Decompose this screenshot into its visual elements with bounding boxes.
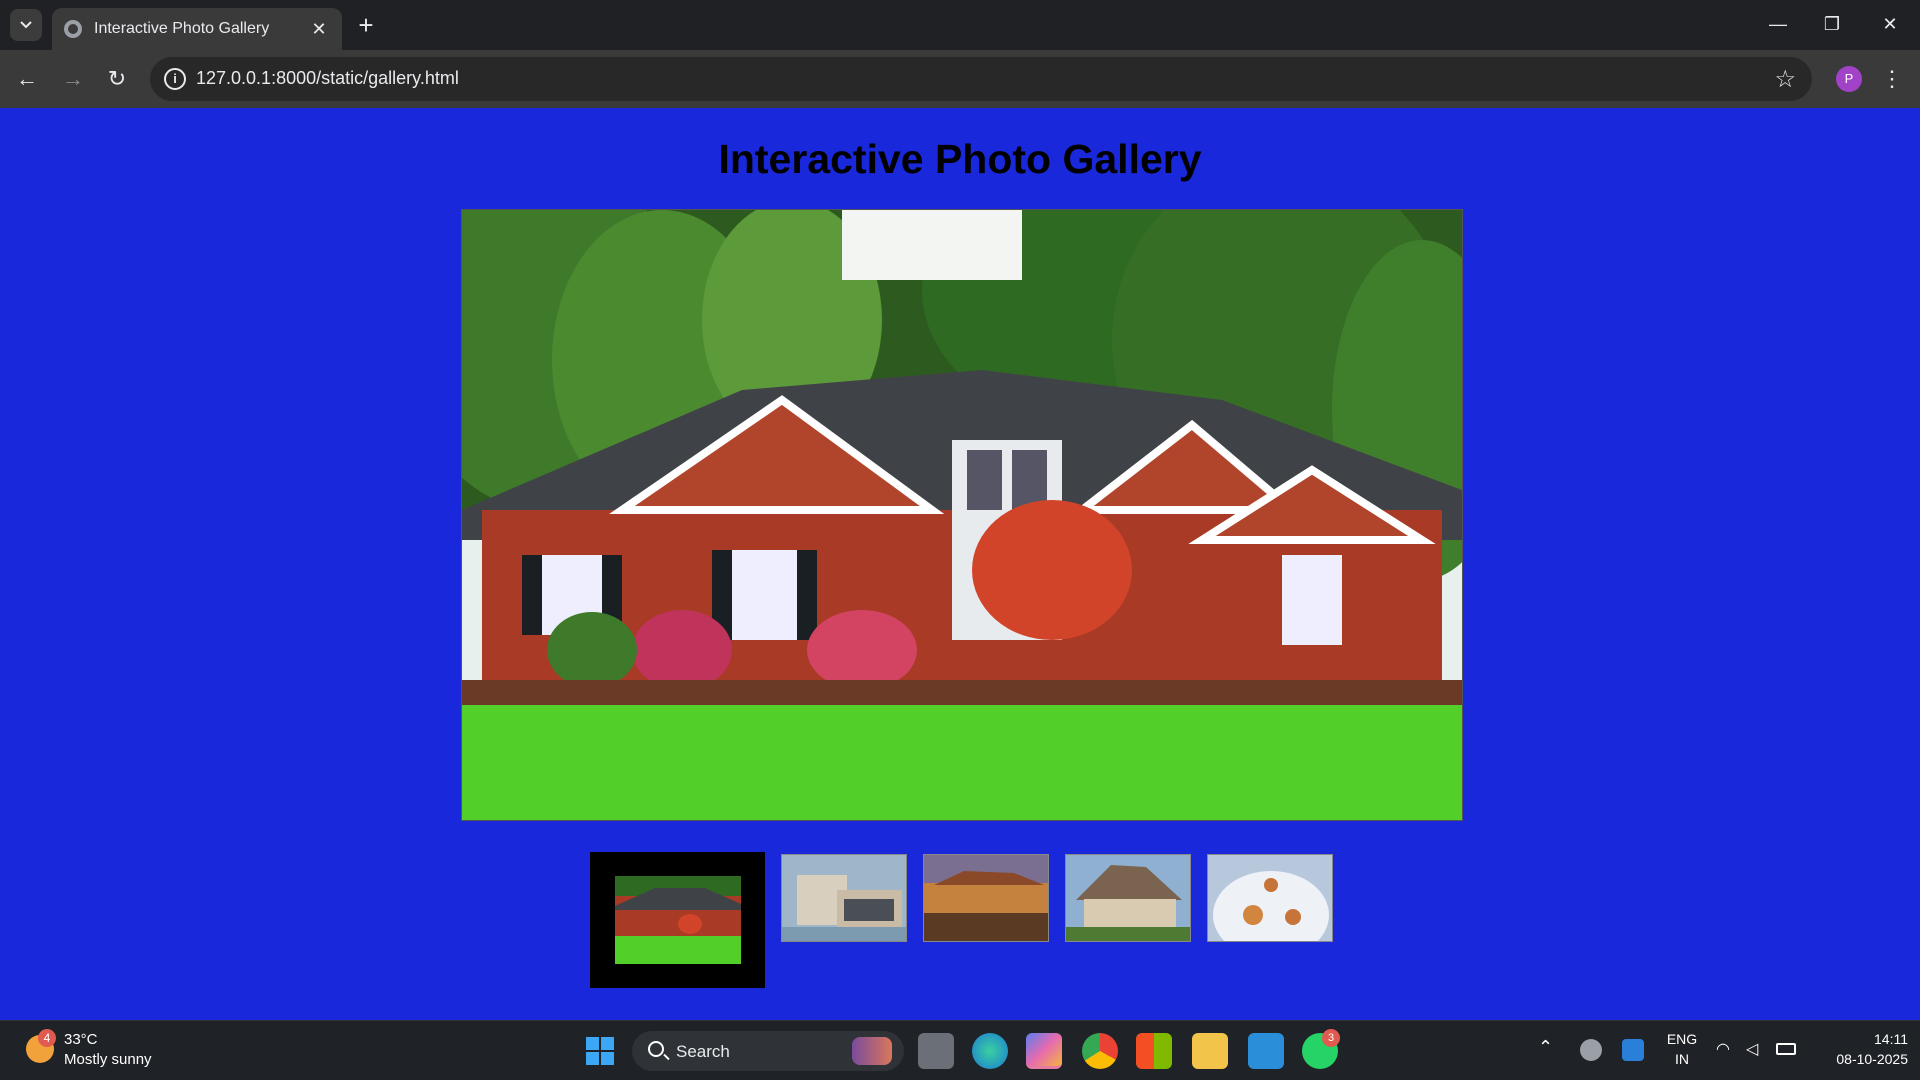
tray-overflow-chevron-icon[interactable]: ⌃ xyxy=(1538,1037,1553,1058)
weather-temperature[interactable]: 33°C xyxy=(64,1031,98,1048)
browser-toolbar: ← → ↻ i 127.0.0.1:8000/static/gallery.ht… xyxy=(0,50,1920,108)
chevron-down-icon xyxy=(20,21,32,29)
search-icon xyxy=(648,1041,664,1057)
windows-taskbar: 4 33°C Mostly sunny Search 3 ⌃ ENG IN ◠ … xyxy=(0,1020,1920,1080)
reload-button[interactable]: ↻ xyxy=(100,62,134,96)
address-bar[interactable]: i 127.0.0.1:8000/static/gallery.html ☆ xyxy=(150,57,1812,101)
search-highlight-icon xyxy=(852,1037,892,1065)
thumbnail-strip xyxy=(590,852,1349,990)
taskbar-search[interactable]: Search xyxy=(632,1031,904,1071)
battery-icon[interactable] xyxy=(1776,1043,1796,1055)
globe-icon xyxy=(64,20,82,38)
vscode-icon[interactable] xyxy=(1248,1033,1284,1069)
bookmark-star-icon[interactable]: ☆ xyxy=(1774,65,1796,94)
weather-description[interactable]: Mostly sunny xyxy=(64,1051,152,1068)
restore-button[interactable]: ❐ xyxy=(1812,6,1852,42)
clock-time[interactable]: 14:11 xyxy=(1808,1031,1908,1047)
edge-browser-icon[interactable] xyxy=(972,1033,1008,1069)
new-tab-button[interactable]: + xyxy=(352,10,380,40)
clock-date[interactable]: 08-10-2025 xyxy=(1808,1051,1908,1067)
thumbnail-snow-dome-house[interactable] xyxy=(1207,854,1333,942)
minimize-button[interactable]: — xyxy=(1758,6,1798,42)
volume-icon[interactable]: ◁ xyxy=(1746,1039,1758,1059)
browser-tab-bar: Interactive Photo Gallery ✕ + — ❐ ✕ xyxy=(0,0,1920,50)
microsoft-store-icon[interactable] xyxy=(1136,1033,1172,1069)
security-shield-icon[interactable] xyxy=(1622,1039,1644,1061)
file-explorer-icon[interactable] xyxy=(1192,1033,1228,1069)
close-window-button[interactable]: ✕ xyxy=(1870,6,1910,42)
windows-start-icon[interactable] xyxy=(582,1033,618,1069)
tab-search-button[interactable] xyxy=(10,9,42,41)
close-tab-icon[interactable]: ✕ xyxy=(308,19,330,40)
back-button[interactable]: ← xyxy=(10,62,44,96)
chrome-icon[interactable] xyxy=(1082,1033,1118,1069)
onedrive-icon[interactable] xyxy=(1580,1039,1602,1061)
task-view-icon[interactable] xyxy=(918,1033,954,1069)
page-title: Interactive Photo Gallery xyxy=(718,136,1202,182)
browser-tab[interactable]: Interactive Photo Gallery ✕ xyxy=(52,8,342,50)
tab-title: Interactive Photo Gallery xyxy=(94,20,270,37)
main-photo xyxy=(461,209,1463,821)
taskbar-search-label: Search xyxy=(676,1042,730,1061)
wifi-icon[interactable]: ◠ xyxy=(1716,1039,1730,1059)
site-info-icon[interactable]: i xyxy=(164,68,186,90)
forward-button[interactable]: → xyxy=(56,62,90,96)
url-text[interactable]: 127.0.0.1:8000/static/gallery.html xyxy=(196,68,459,89)
whatsapp-badge: 3 xyxy=(1322,1029,1340,1047)
thumbnail-lakeside-mansion[interactable] xyxy=(923,854,1049,942)
thumbnail-thatched-cottage[interactable] xyxy=(1065,854,1191,942)
page-viewport: Interactive Photo Gallery xyxy=(0,108,1920,1020)
language-code[interactable]: ENG xyxy=(1660,1031,1704,1047)
weather-badge: 4 xyxy=(38,1029,56,1047)
profile-avatar[interactable]: P xyxy=(1836,66,1862,92)
browser-menu-icon[interactable]: ⋮ xyxy=(1880,62,1904,96)
language-region[interactable]: IN xyxy=(1660,1051,1704,1067)
copilot-icon[interactable] xyxy=(1026,1033,1062,1069)
thumbnail-modern-villa[interactable] xyxy=(781,854,907,942)
thumbnail-red-brick-house[interactable] xyxy=(590,852,765,988)
